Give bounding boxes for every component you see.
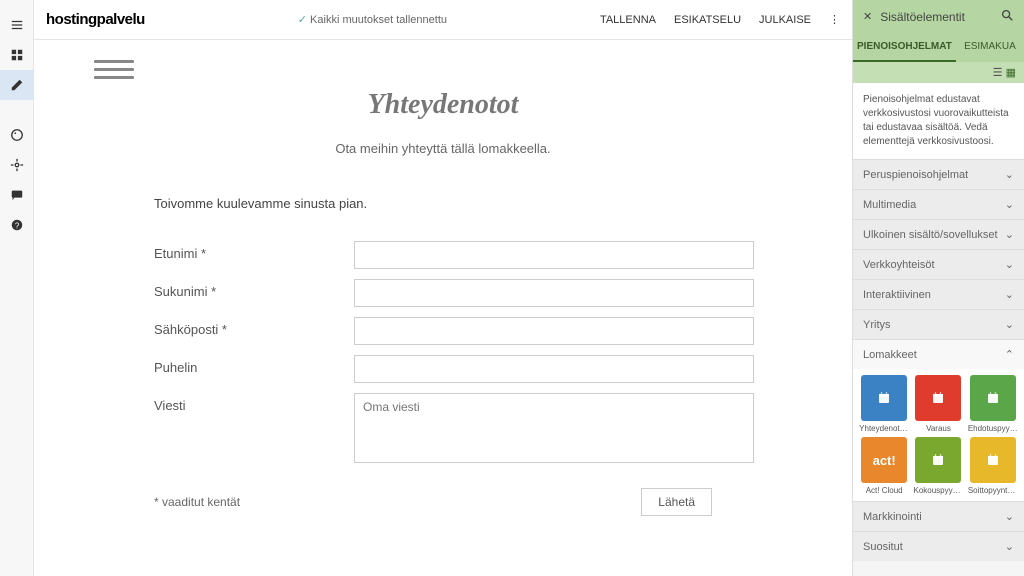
message-input[interactable] [354, 393, 754, 463]
settings-icon[interactable] [0, 150, 34, 180]
required-note: * vaaditut kentät [154, 495, 354, 509]
email-label: Sähköposti * [154, 317, 354, 337]
send-button[interactable]: Lähetä [641, 488, 712, 516]
widget-item[interactable]: act!Act! Cloud [859, 437, 909, 495]
chat-icon[interactable] [0, 180, 34, 210]
message-label: Viesti [154, 393, 354, 413]
lastname-label: Sukunimi * [154, 279, 354, 299]
close-icon[interactable]: ✕ [863, 10, 872, 23]
cat-external[interactable]: Ulkoinen sisältö/sovellukset⌄ [853, 219, 1024, 249]
save-button[interactable]: TALLENNA [600, 14, 656, 26]
widget-item[interactable]: Varaus [913, 375, 963, 433]
panel-description: Pienoisohjelmat edustavat verkkosivustos… [853, 83, 1024, 159]
edit-icon[interactable] [0, 70, 34, 100]
cat-forms[interactable]: Lomakkeet⌃ [853, 339, 1024, 369]
phone-label: Puhelin [154, 355, 354, 375]
page-title: Yhteydenotot [94, 89, 792, 121]
firstname-input[interactable] [354, 241, 754, 269]
tab-widgets[interactable]: PIENOISOHJELMAT [853, 33, 956, 62]
cat-marketing[interactable]: Markkinointi⌄ [853, 501, 1024, 531]
widget-item[interactable]: Kokouspyyntö [913, 437, 963, 495]
palette-icon[interactable] [0, 120, 34, 150]
search-icon[interactable] [1000, 8, 1014, 25]
view-list-icon[interactable]: ☰ [993, 67, 1003, 79]
tab-preview[interactable]: ESIMAKUA [956, 33, 1024, 62]
cat-social[interactable]: Verkkoyhteisöt⌄ [853, 249, 1024, 279]
lastname-input[interactable] [354, 279, 754, 307]
save-status: ✓ Kaikki muutokset tallennettu [145, 13, 600, 26]
more-icon[interactable]: ⋮ [829, 13, 840, 26]
cat-business[interactable]: Yritys⌄ [853, 309, 1024, 339]
widget-item[interactable]: Yhteydenotto... [859, 375, 909, 433]
cat-basic[interactable]: Peruspienoisohjelmat⌄ [853, 159, 1024, 189]
page-menu-icon[interactable] [94, 60, 134, 79]
preview-button[interactable]: ESIKATSELU [674, 14, 741, 26]
phone-input[interactable] [354, 355, 754, 383]
page-subtitle: Ota meihin yhteyttä tällä lomakkeella. [94, 141, 792, 156]
cat-interactive[interactable]: Interaktiivinen⌄ [853, 279, 1024, 309]
svg-text:?: ? [14, 222, 19, 231]
intro-text: Toivomme kuulevamme sinusta pian. [154, 196, 792, 211]
widget-item[interactable]: Soittopyyntö... [968, 437, 1018, 495]
menu-icon[interactable] [0, 10, 34, 40]
view-grid-icon[interactable]: ▦ [1006, 67, 1016, 79]
publish-button[interactable]: JULKAISE [759, 14, 811, 26]
email-input[interactable] [354, 317, 754, 345]
grid-icon[interactable] [0, 40, 34, 70]
panel-title: Sisältöelementit [880, 10, 992, 24]
widget-item[interactable]: Ehdotuspyyntö [968, 375, 1018, 433]
firstname-label: Etunimi * [154, 241, 354, 261]
cat-popular[interactable]: Suositut⌄ [853, 531, 1024, 561]
brand-logo: hostingpalvelu [46, 11, 145, 28]
help-icon[interactable]: ? [0, 210, 34, 240]
cat-multimedia[interactable]: Multimedia⌄ [853, 189, 1024, 219]
